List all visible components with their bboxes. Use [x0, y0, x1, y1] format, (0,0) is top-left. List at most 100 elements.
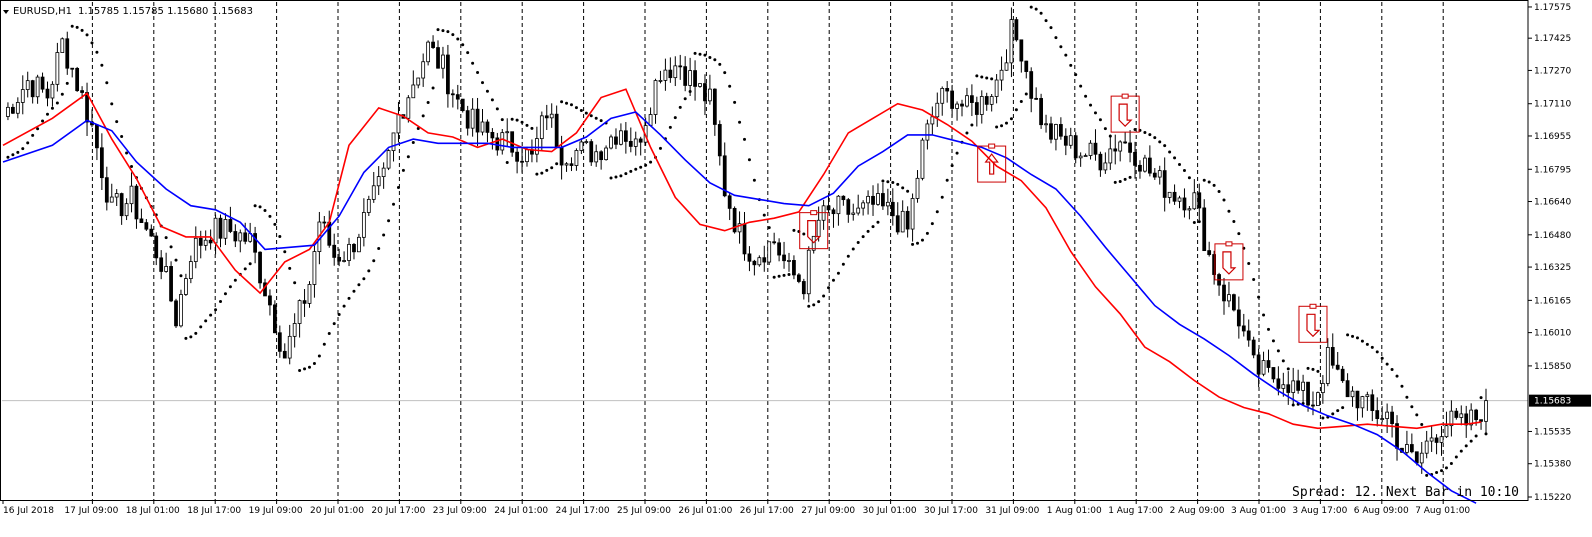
sar-dot: [70, 24, 74, 28]
sar-dot: [1227, 209, 1231, 213]
sar-dot: [1420, 423, 1424, 427]
sar-dot: [772, 275, 776, 279]
sar-dot: [426, 101, 430, 105]
signal-anchor: [988, 143, 996, 149]
bear-candle: [796, 274, 801, 282]
bear-candle: [599, 151, 604, 161]
sar-dot: [441, 29, 445, 33]
sar-dot: [644, 163, 648, 167]
sar-dot: [708, 56, 712, 60]
bull-candle: [708, 88, 712, 102]
bull-candle: [357, 236, 361, 253]
y-tick-label: 1.16640: [1534, 198, 1571, 208]
bull-candle: [1325, 347, 1330, 384]
bull-candle: [411, 84, 416, 99]
bear-candle: [1113, 148, 1118, 152]
bear-candle: [1029, 71, 1034, 99]
sar-dot: [1000, 124, 1004, 128]
bear-candle: [960, 103, 964, 107]
bear-candle: [1133, 151, 1137, 166]
sar-dot: [233, 278, 237, 282]
x-tick-label: 24 Jul 01:00: [494, 506, 548, 516]
sar-dot: [1049, 26, 1053, 30]
bull-candle: [1192, 192, 1197, 210]
bull-candle: [1103, 162, 1108, 171]
chart-svg[interactable]: 16 Jul 2018 17 Jul 09:00 18 Jul 01:00 18 Ju…: [0, 0, 1592, 533]
sar-dot: [6, 155, 10, 159]
sar-dot: [940, 195, 944, 199]
bear-candle: [742, 223, 747, 255]
y-tick-label: 1.17270: [1534, 66, 1571, 76]
sar-dot: [1370, 345, 1374, 349]
bull-candle: [856, 207, 861, 214]
bull-candle: [114, 193, 119, 198]
sar-dot: [461, 43, 465, 47]
y-tick-label: 1.16795: [1534, 165, 1571, 175]
bear-candle: [475, 108, 480, 133]
bear-candle: [95, 124, 99, 149]
bear-candle: [1197, 192, 1202, 209]
bull-candle: [1385, 411, 1390, 419]
bull-candle: [1484, 400, 1488, 422]
sar-dot: [970, 123, 974, 127]
bull-candle: [124, 203, 129, 217]
sar-dot: [481, 81, 485, 85]
sar-dot: [189, 335, 193, 339]
bear-candle: [1414, 451, 1419, 464]
bull-candle: [1088, 142, 1093, 156]
sar-dot: [431, 86, 435, 90]
bull-candle: [1118, 141, 1123, 152]
y-tick-label: 1.15380: [1534, 460, 1571, 470]
sar-dot: [550, 166, 554, 170]
sar-dot: [782, 273, 786, 277]
sar-dot: [1390, 367, 1394, 371]
y-tick-label: 1.15850: [1534, 362, 1571, 372]
bull-candle: [979, 96, 984, 115]
symbol-header[interactable]: EURUSD,H1 1.15785 1.15785 1.15680 1.1568…: [3, 6, 253, 17]
sar-dot: [540, 171, 544, 175]
sar-dot: [164, 236, 168, 240]
sar-dot: [219, 299, 223, 303]
sar-dot: [169, 245, 173, 249]
bear-candle: [1266, 360, 1271, 368]
bull-candle: [1419, 452, 1424, 464]
sar-dot: [392, 202, 396, 206]
sar-dot: [471, 61, 475, 65]
bull-candle: [6, 106, 10, 117]
sar-dot: [822, 294, 826, 298]
sar-dot: [980, 75, 984, 79]
bear-candle: [159, 257, 164, 272]
bull-candle: [900, 210, 905, 233]
price-chart[interactable]: 16 Jul 2018 17 Jul 09:00 18 Jul 01:00 18 Ju…: [0, 0, 1592, 533]
bull-candle: [935, 102, 940, 118]
sar-dot: [950, 164, 954, 168]
bear-candle: [683, 66, 688, 86]
bear-candle: [678, 65, 683, 68]
sar-dot: [401, 168, 405, 172]
bear-candle: [1311, 404, 1315, 407]
sar-dot: [891, 180, 895, 184]
sar-dot: [1182, 168, 1186, 172]
sar-dot: [1089, 103, 1093, 107]
sar-dot: [495, 107, 499, 111]
sar-dot: [337, 312, 341, 316]
signal-anchor: [1309, 303, 1317, 309]
sar-dot: [1375, 350, 1379, 354]
x-tick-label: 30 Jul 17:00: [924, 506, 978, 516]
bull-candle: [940, 88, 945, 104]
bull-candle: [297, 300, 302, 324]
bear-candle: [1355, 390, 1360, 409]
bull-candle: [658, 79, 663, 82]
bear-candle: [831, 209, 836, 215]
sar-dot: [1014, 108, 1018, 112]
sar-dot: [283, 250, 287, 254]
sar-dot: [500, 118, 504, 122]
sar-dot: [65, 81, 69, 85]
sar-dot: [1410, 405, 1414, 409]
sar-dot: [1202, 178, 1206, 182]
sar-dot: [1084, 94, 1088, 98]
bear-candle: [1138, 164, 1142, 172]
sar-dot: [1069, 63, 1073, 67]
x-tick-label: 7 Aug 01:00: [1415, 506, 1470, 516]
x-tick-label: 19 Jul 09:00: [249, 506, 303, 516]
